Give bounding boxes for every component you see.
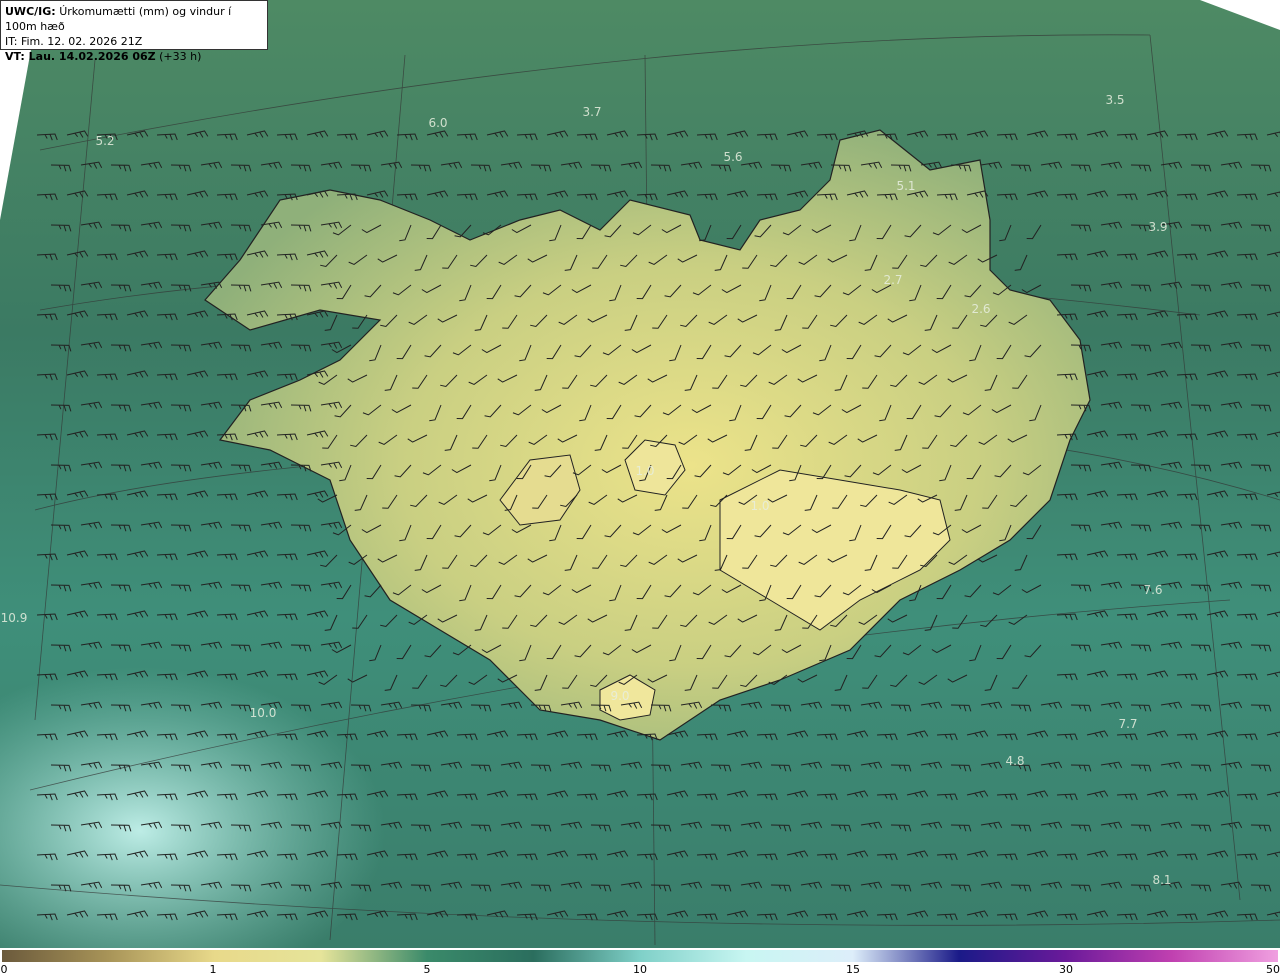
value-label: 7.6 — [1143, 583, 1162, 597]
value-label: 6.0 — [428, 116, 447, 130]
info-box: UWC/IG: Úrkomumætti (mm) og vindur í 100… — [0, 0, 268, 63]
colorbar-tick-label: 50 — [1266, 963, 1280, 976]
colorbar-tick-label: 0 — [0, 963, 8, 976]
value-label: 1.0 — [635, 464, 654, 478]
colorbar-gradient — [2, 950, 1278, 962]
value-label: 7.7 — [1118, 717, 1137, 731]
value-label: 5.1 — [896, 179, 915, 193]
colorbar-legend: 0 1 5 10 15 30 50 — [0, 948, 1280, 978]
value-label: 3.7 — [582, 105, 601, 119]
value-label: 2.7 — [883, 273, 902, 287]
value-label: 3.9 — [1148, 220, 1167, 234]
value-label: 9.0 — [610, 689, 629, 703]
value-label: 5.2 — [95, 134, 114, 148]
value-label: 10.0 — [250, 706, 277, 720]
value-label: 3.5 — [1105, 93, 1124, 107]
model-name: UWC/IG: — [5, 5, 56, 18]
value-label: 10.9 — [1, 611, 28, 625]
colorbar-tick-label: 5 — [423, 963, 431, 976]
weather-map: 5.2 6.0 3.7 5.6 5.1 3.5 3.9 2.7 2.6 7.6 7.7 4.8 8.1 1… — [0, 0, 1280, 948]
valid-time-line: VT: Lau. 14.02.2026 06Z (+33 h) — [5, 49, 263, 64]
value-label: 1.0 — [750, 499, 769, 513]
issue-time: IT: Fim. 12. 02. 2026 21Z — [5, 35, 143, 48]
colorbar-tick-label: 15 — [846, 963, 860, 976]
valid-time: VT: Lau. 14.02.2026 06Z — [5, 50, 156, 63]
title-line: UWC/IG: Úrkomumætti (mm) og vindur í 100… — [5, 4, 263, 34]
value-label: 8.1 — [1152, 873, 1171, 887]
value-label: 2.6 — [971, 302, 990, 316]
value-label: 4.8 — [1005, 754, 1024, 768]
value-label: 5.6 — [723, 150, 742, 164]
colorbar-tick-label: 1 — [209, 963, 217, 976]
colorbar-tick-label: 10 — [633, 963, 647, 976]
lead-time: (+33 h) — [159, 50, 202, 63]
colorbar-tick-label: 30 — [1059, 963, 1073, 976]
